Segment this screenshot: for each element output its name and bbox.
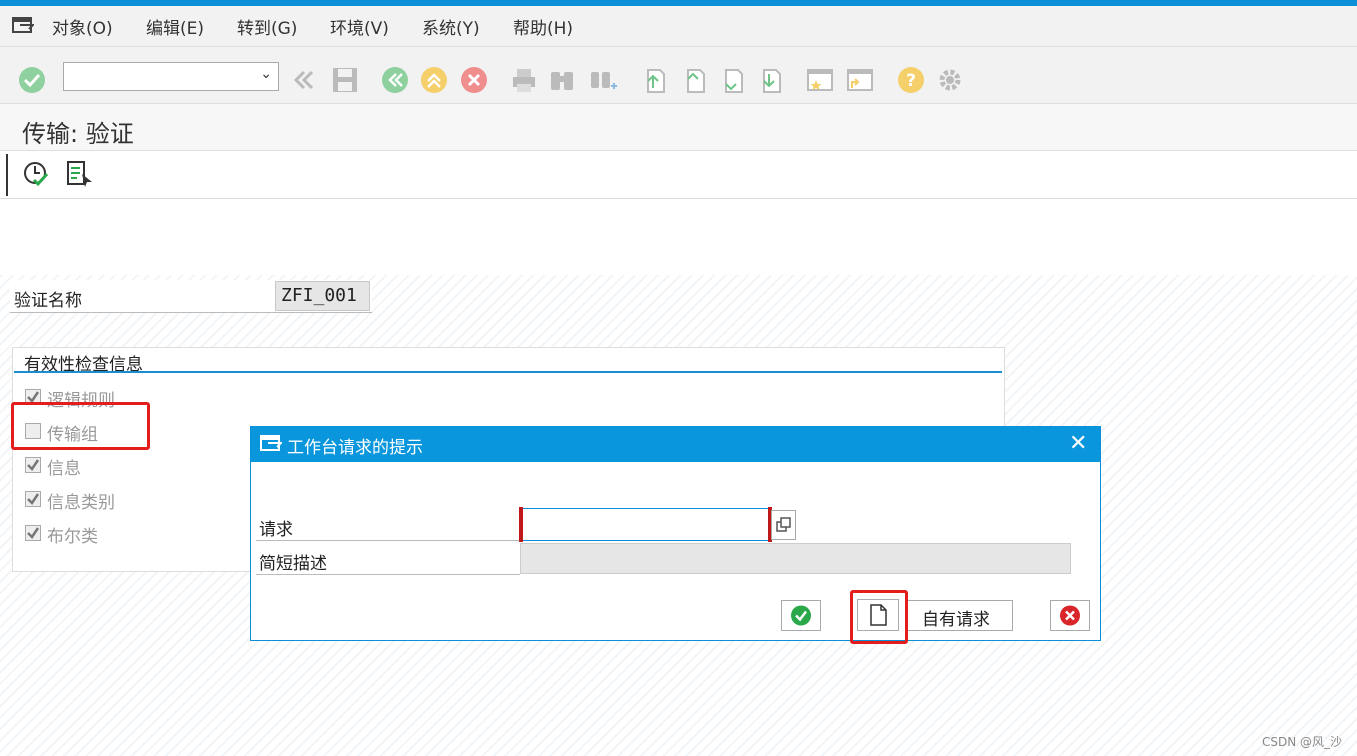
menu-system[interactable]: 系统(Y) [422,14,480,39]
watermark: CSDN @风_沙 [1262,735,1343,749]
request-row [256,508,520,541]
exit-icon[interactable] [420,66,448,94]
next-page-icon[interactable] [718,66,746,94]
checkbox-label-message-class: 信息类别 [47,493,115,513]
last-page-icon[interactable] [756,66,784,94]
enter-icon[interactable] [18,66,46,94]
checkbox-label-boolean-class: 布尔类 [47,527,98,547]
checkbox-message-class[interactable] [25,491,41,507]
save-icon[interactable] [331,66,359,94]
validation-name-value: ZFI_001 [281,285,357,306]
content-header-area [0,199,1357,275]
dialog-menu-icon[interactable] [260,434,284,452]
menu-environment[interactable]: 环境(V) [330,14,389,39]
highlight-create-request [850,590,908,644]
find-icon[interactable] [548,66,576,94]
input-focus-marker-left [519,507,523,542]
chevron-down-icon[interactable]: ⌄ [260,66,272,82]
back-icon[interactable] [381,66,409,94]
own-requests-label: 自有请求 [922,610,990,630]
create-session-icon[interactable] [806,66,834,94]
validation-name-label: 验证名称 [14,291,82,311]
settings-icon[interactable] [936,66,964,94]
validation-name-field[interactable]: ZFI_001 [275,281,370,311]
checkbox-label-message: 信息 [47,459,81,479]
first-page-icon[interactable] [640,66,668,94]
short-desc-label: 简短描述 [259,554,327,574]
request-value-help-button[interactable] [771,510,796,540]
short-desc-field[interactable] [520,543,1071,574]
help-icon[interactable]: ? [897,66,925,94]
find-next-icon[interactable] [590,66,618,94]
highlight-transport-group [11,402,150,450]
request-label: 请求 [259,520,293,540]
confirm-button[interactable] [781,600,821,631]
own-requests-button[interactable]: 自有请求 [906,600,1013,631]
collapse-icon[interactable] [290,66,318,94]
checkbox-message[interactable] [25,457,41,473]
groupbox-divider [14,371,1002,373]
request-input[interactable] [520,508,771,541]
menu-help[interactable]: 帮助(H) [513,14,573,39]
page-title: 传输: 验证 [22,120,134,148]
check-validation-icon[interactable] [22,160,50,188]
title-bar [0,104,1357,151]
svg-text:?: ? [906,71,916,91]
close-icon[interactable]: ✕ [1069,431,1087,456]
cancel-icon[interactable] [460,66,488,94]
command-field[interactable]: ⌄ [63,62,279,91]
menu-edit[interactable]: 编辑(E) [146,14,204,39]
print-icon[interactable] [510,66,538,94]
document-select-icon[interactable] [65,160,93,188]
checkbox-boolean-class[interactable] [25,525,41,541]
previous-page-icon[interactable] [680,66,708,94]
cancel-button[interactable] [1050,600,1090,631]
menu-object[interactable]: 对象(O) [52,14,113,39]
shortcut-icon[interactable] [846,66,874,94]
menu-icon[interactable] [12,16,36,34]
dialog-title: 工作台请求的提示 [287,438,423,458]
application-toolbar [0,151,1357,199]
toolbar-divider [6,154,8,196]
menu-goto[interactable]: 转到(G) [237,14,297,39]
